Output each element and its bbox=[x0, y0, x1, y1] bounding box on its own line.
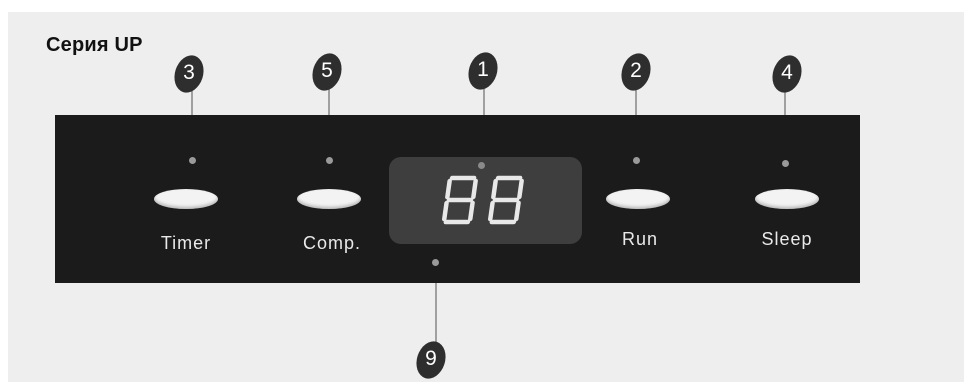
callout-number-display-bottom: 9 bbox=[425, 347, 437, 370]
display-digit-1 bbox=[442, 175, 478, 225]
leader-dot-run bbox=[633, 157, 640, 164]
leader-dot-display bbox=[478, 162, 485, 169]
leader-dot-timer bbox=[189, 157, 196, 164]
callout-number-sleep: 4 bbox=[781, 61, 793, 84]
leader-dot-display-bottom bbox=[432, 259, 439, 266]
display-digit-2 bbox=[488, 175, 524, 225]
leader-dot-sleep bbox=[782, 160, 789, 167]
sleep-label: Sleep bbox=[761, 229, 813, 249]
callout-number-display: 1 bbox=[477, 58, 489, 81]
comp-button[interactable] bbox=[297, 189, 361, 209]
control-panel-diagram: Серия UP 3 5 1 2 4 9 88 bbox=[0, 0, 972, 390]
callout-number-timer: 3 bbox=[183, 61, 195, 84]
leader-dot-comp bbox=[326, 157, 333, 164]
sleep-button[interactable] bbox=[755, 189, 819, 209]
callout-number-run: 2 bbox=[630, 59, 642, 82]
callout-number-comp: 5 bbox=[321, 59, 333, 82]
seven-segment-readout: 88 bbox=[442, 175, 524, 225]
run-button[interactable] bbox=[606, 189, 670, 209]
timer-button[interactable] bbox=[154, 189, 218, 209]
comp-label: Comp. bbox=[302, 233, 361, 253]
timer-label: Timer bbox=[160, 233, 212, 253]
run-label: Run bbox=[621, 229, 659, 249]
